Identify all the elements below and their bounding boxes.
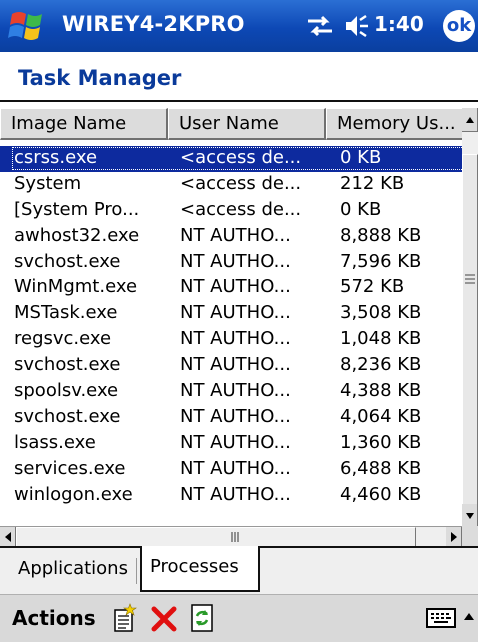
process-image-name: awhost32.exe [14, 224, 140, 246]
down-arrow-icon [466, 513, 474, 519]
scroll-down-button[interactable] [462, 504, 478, 528]
process-user-name: NT AUTHO... [180, 250, 291, 272]
process-memory: 212 KB [340, 172, 405, 194]
process-memory: 6,488 KB [340, 457, 422, 479]
process-user-name: NT AUTHO... [180, 380, 291, 402]
process-user-name: NT AUTHO... [180, 354, 291, 376]
left-arrow-icon [5, 532, 11, 542]
input-panel-arrow-icon[interactable] [462, 609, 476, 625]
grip-icon [231, 532, 239, 542]
vertical-scroll-thumb[interactable] [462, 154, 478, 530]
process-image-name: regsvc.exe [14, 328, 112, 350]
process-image-name: MSTask.exe [14, 302, 118, 324]
table-row[interactable]: svchost.exe NT AUTHO... 4,064 KB [0, 405, 462, 431]
table-row[interactable]: csrss.exe <access de... 0 KB [0, 146, 462, 172]
process-memory: 1,048 KB [340, 328, 422, 350]
scroll-left-button[interactable] [0, 527, 16, 547]
keyboard-icon[interactable] [426, 605, 456, 631]
process-user-name: NT AUTHO... [180, 405, 291, 427]
process-memory: 1,360 KB [340, 431, 422, 453]
clock[interactable]: 1:40 [374, 12, 424, 36]
process-image-name: lsass.exe [14, 431, 96, 453]
process-user-name: NT AUTHO... [180, 276, 291, 298]
speaker-icon[interactable] [344, 13, 370, 39]
process-user-name: NT AUTHO... [180, 302, 291, 324]
refresh-icon[interactable] [188, 603, 216, 633]
table-row[interactable]: [System Pro... <access de... 0 KB [0, 198, 462, 224]
process-image-name: svchost.exe [14, 250, 121, 272]
process-memory: 0 KB [340, 198, 382, 220]
column-header-image-name[interactable]: Image Name [0, 108, 168, 140]
process-memory: 0 KB [340, 147, 382, 168]
table-row[interactable]: winlogon.exe NT AUTHO... 4,460 KB [0, 483, 462, 509]
process-image-name: services.exe [14, 457, 126, 479]
scroll-up-button[interactable] [462, 108, 478, 132]
table-row[interactable]: WinMgmt.exe NT AUTHO... 572 KB [0, 275, 462, 301]
tab-separator [136, 558, 137, 584]
process-user-name: <access de... [180, 198, 302, 220]
table-row[interactable]: awhost32.exe NT AUTHO... 8,888 KB [0, 224, 462, 250]
tab-processes[interactable]: Processes [140, 546, 260, 592]
horizontal-scrollbar[interactable] [0, 526, 462, 547]
title-bar: WIREY4-2KPRO 1:40 ok [0, 0, 478, 52]
column-header-user-name[interactable]: User Name [168, 108, 326, 140]
process-memory: 7,596 KB [340, 250, 422, 272]
process-user-name: NT AUTHO... [180, 457, 291, 479]
process-memory: 8,236 KB [340, 354, 422, 376]
process-image-name: spoolsv.exe [14, 380, 119, 402]
column-header-memory-usage[interactable]: Memory Us... [326, 108, 462, 140]
ok-button[interactable]: ok [443, 10, 475, 42]
process-image-name: winlogon.exe [14, 483, 133, 505]
table-row[interactable]: svchost.exe NT AUTHO... 7,596 KB [0, 250, 462, 276]
menu-bar: Actions [0, 594, 478, 642]
process-image-name: [System Pro... [14, 198, 140, 220]
page-title: Task Manager [18, 66, 182, 90]
process-memory: 4,064 KB [340, 405, 422, 427]
start-menu-button[interactable] [6, 6, 50, 46]
process-user-name: NT AUTHO... [180, 328, 291, 350]
connectivity-icon[interactable] [306, 13, 334, 39]
process-user-name: <access de... [180, 172, 302, 194]
process-image-name: svchost.exe [14, 405, 121, 427]
tab-strip: Applications Processes [0, 546, 478, 596]
process-image-name: svchost.exe [14, 354, 121, 376]
table-row[interactable]: lsass.exe NT AUTHO... 1,360 KB [0, 431, 462, 457]
windows-flag-icon [8, 12, 42, 40]
process-image-name: System [14, 172, 82, 194]
table-row[interactable]: MSTask.exe NT AUTHO... 3,508 KB [0, 301, 462, 327]
horizontal-scroll-thumb[interactable] [16, 527, 416, 547]
process-image-name: csrss.exe [14, 147, 98, 168]
actions-menu[interactable]: Actions [12, 606, 96, 630]
table-row[interactable]: spoolsv.exe NT AUTHO... 4,388 KB [0, 379, 462, 405]
process-user-name: <access de... [180, 147, 302, 168]
device-name: WIREY4-2KPRO [62, 12, 245, 36]
end-task-icon[interactable] [150, 603, 178, 633]
process-memory: 8,888 KB [340, 224, 422, 246]
grip-icon [465, 274, 475, 284]
process-user-name: NT AUTHO... [180, 431, 291, 453]
tab-applications[interactable]: Applications [10, 548, 140, 590]
table-row[interactable]: System <access de... 212 KB [0, 172, 462, 198]
process-user-name: NT AUTHO... [180, 224, 291, 246]
process-memory: 3,508 KB [340, 302, 422, 324]
process-rows: csrss.exe <access de... 0 KB System <acc… [0, 146, 462, 508]
title-divider [0, 100, 478, 102]
right-arrow-icon [451, 532, 457, 542]
scroll-right-button[interactable] [446, 527, 462, 547]
process-image-name: WinMgmt.exe [14, 276, 138, 298]
table-row[interactable]: services.exe NT AUTHO... 6,488 KB [0, 457, 462, 483]
process-memory: 572 KB [340, 276, 405, 298]
up-arrow-icon [466, 117, 474, 123]
new-task-icon[interactable] [110, 603, 138, 633]
process-memory: 4,460 KB [340, 483, 422, 505]
table-row[interactable]: svchost.exe NT AUTHO... 8,236 KB [0, 353, 462, 379]
process-user-name: NT AUTHO... [180, 483, 291, 505]
process-memory: 4,388 KB [340, 380, 422, 402]
table-row[interactable]: regsvc.exe NT AUTHO... 1,048 KB [0, 327, 462, 353]
column-header-row: Image Name User Name Memory Us... [0, 108, 462, 142]
process-list[interactable]: Image Name User Name Memory Us... csrss.… [0, 108, 462, 526]
scrollbar-corner [462, 526, 478, 546]
vertical-scrollbar[interactable] [462, 108, 478, 530]
